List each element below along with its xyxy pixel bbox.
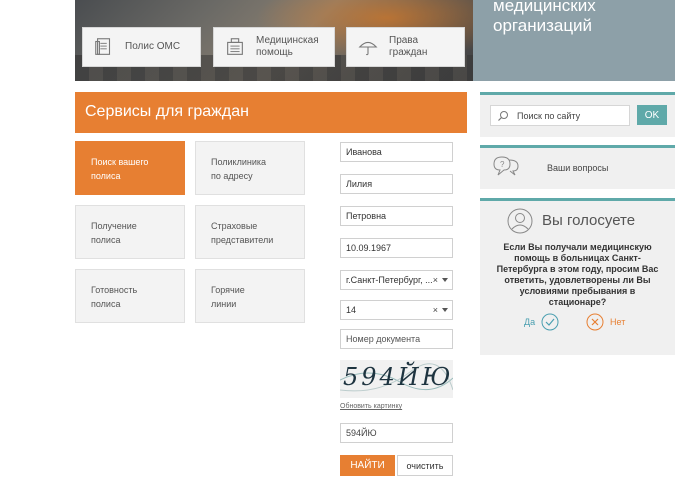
poll-answer-no[interactable]: Нет [586,313,625,331]
search-ok-button[interactable]: OK [637,105,667,125]
poll-title: Вы голосуете [542,212,636,229]
svg-text:?: ? [500,160,505,169]
service-tile-label: Страховые представители [211,221,274,245]
patronymic-field[interactable]: Петровна [340,206,453,226]
birth-date-field[interactable]: 10.09.1967 [340,238,453,258]
check-icon [541,313,559,331]
service-tile-label: Поликлиника по адресу [211,157,267,181]
organizations-panel[interactable]: медицинских организаций [473,0,675,81]
poll-box: Вы голосуете Если Вы получали медицинску… [480,198,675,355]
doc-number-field[interactable]: Номер документа [340,329,453,349]
clear-icon[interactable]: × [433,275,438,285]
city-select[interactable]: г.Санкт-Петербург, ... × [340,270,453,290]
yes-label: Да [524,317,536,327]
services-title: Сервисы для граждан [85,103,249,120]
service-policy-search[interactable]: Поиск вашего полиса [75,141,185,195]
questions-label: Ваши вопросы [547,163,609,173]
captcha-image: 594ЙЮ [340,360,453,398]
banner-tile-policy[interactable]: Полис ОМС [82,27,201,67]
city-value: г.Санкт-Петербург, ... [346,275,433,285]
captcha-text: 594ЙЮ [343,363,453,391]
last-name-field[interactable]: Иванова [340,142,453,162]
doc-type-value: 14 [346,305,357,315]
service-tile-label: Поиск вашего полиса [91,157,149,181]
site-search-box: Поиск по сайту OK [480,92,675,137]
captcha-refresh-link[interactable]: Обновить картинку [340,403,402,410]
service-hotlines[interactable]: Горячие линии [195,269,305,323]
clear-button[interactable]: очистить [397,455,453,476]
service-clinic-by-address[interactable]: Поликлиника по адресу [195,141,305,195]
search-placeholder: Поиск по сайту [517,111,581,121]
banner-tile-medical[interactable]: Медицинская помощь [213,27,335,67]
poll-question: Если Вы получали медицинскую помощь в бо… [496,242,659,307]
service-tile-label: Готовность полиса [91,285,138,309]
organizations-title: медицинских организаций [493,0,596,35]
banner-tile-rights[interactable]: Права граждан [346,27,465,67]
service-tile-label: Получение полиса [91,221,137,245]
find-button[interactable]: НАЙТИ [340,455,395,476]
banner-tile-label: Полис ОМС [125,41,181,52]
your-questions-link[interactable]: ? Ваши вопросы [480,145,675,189]
chat-bubbles-icon: ? [493,156,519,176]
first-name-field[interactable]: Лилия [340,174,453,194]
captcha-input[interactable]: 594ЙЮ [340,423,453,443]
services-header: Сервисы для граждан [75,92,467,133]
doc-type-select[interactable]: 14 × [340,300,453,320]
service-get-policy[interactable]: Получение полиса [75,205,185,259]
chevron-down-icon[interactable] [442,278,448,282]
search-icon [498,111,508,121]
service-policy-readiness[interactable]: Готовность полиса [75,269,185,323]
no-label: Нет [610,317,626,327]
site-search-input[interactable]: Поиск по сайту [490,105,630,126]
cross-icon [586,313,604,331]
clear-icon[interactable]: × [433,305,438,315]
umbrella-icon [358,41,378,56]
poll-answer-yes[interactable]: Да [524,313,559,331]
user-icon [507,208,533,234]
hospital-icon [227,38,243,55]
service-insurance-reps[interactable]: Страховые представители [195,205,305,259]
document-icon [95,38,111,55]
chevron-down-icon[interactable] [442,308,448,312]
banner-tile-label: Медицинская помощь [256,35,319,58]
banner-tile-label: Права граждан [389,35,428,58]
service-tile-label: Горячие линии [211,285,245,309]
